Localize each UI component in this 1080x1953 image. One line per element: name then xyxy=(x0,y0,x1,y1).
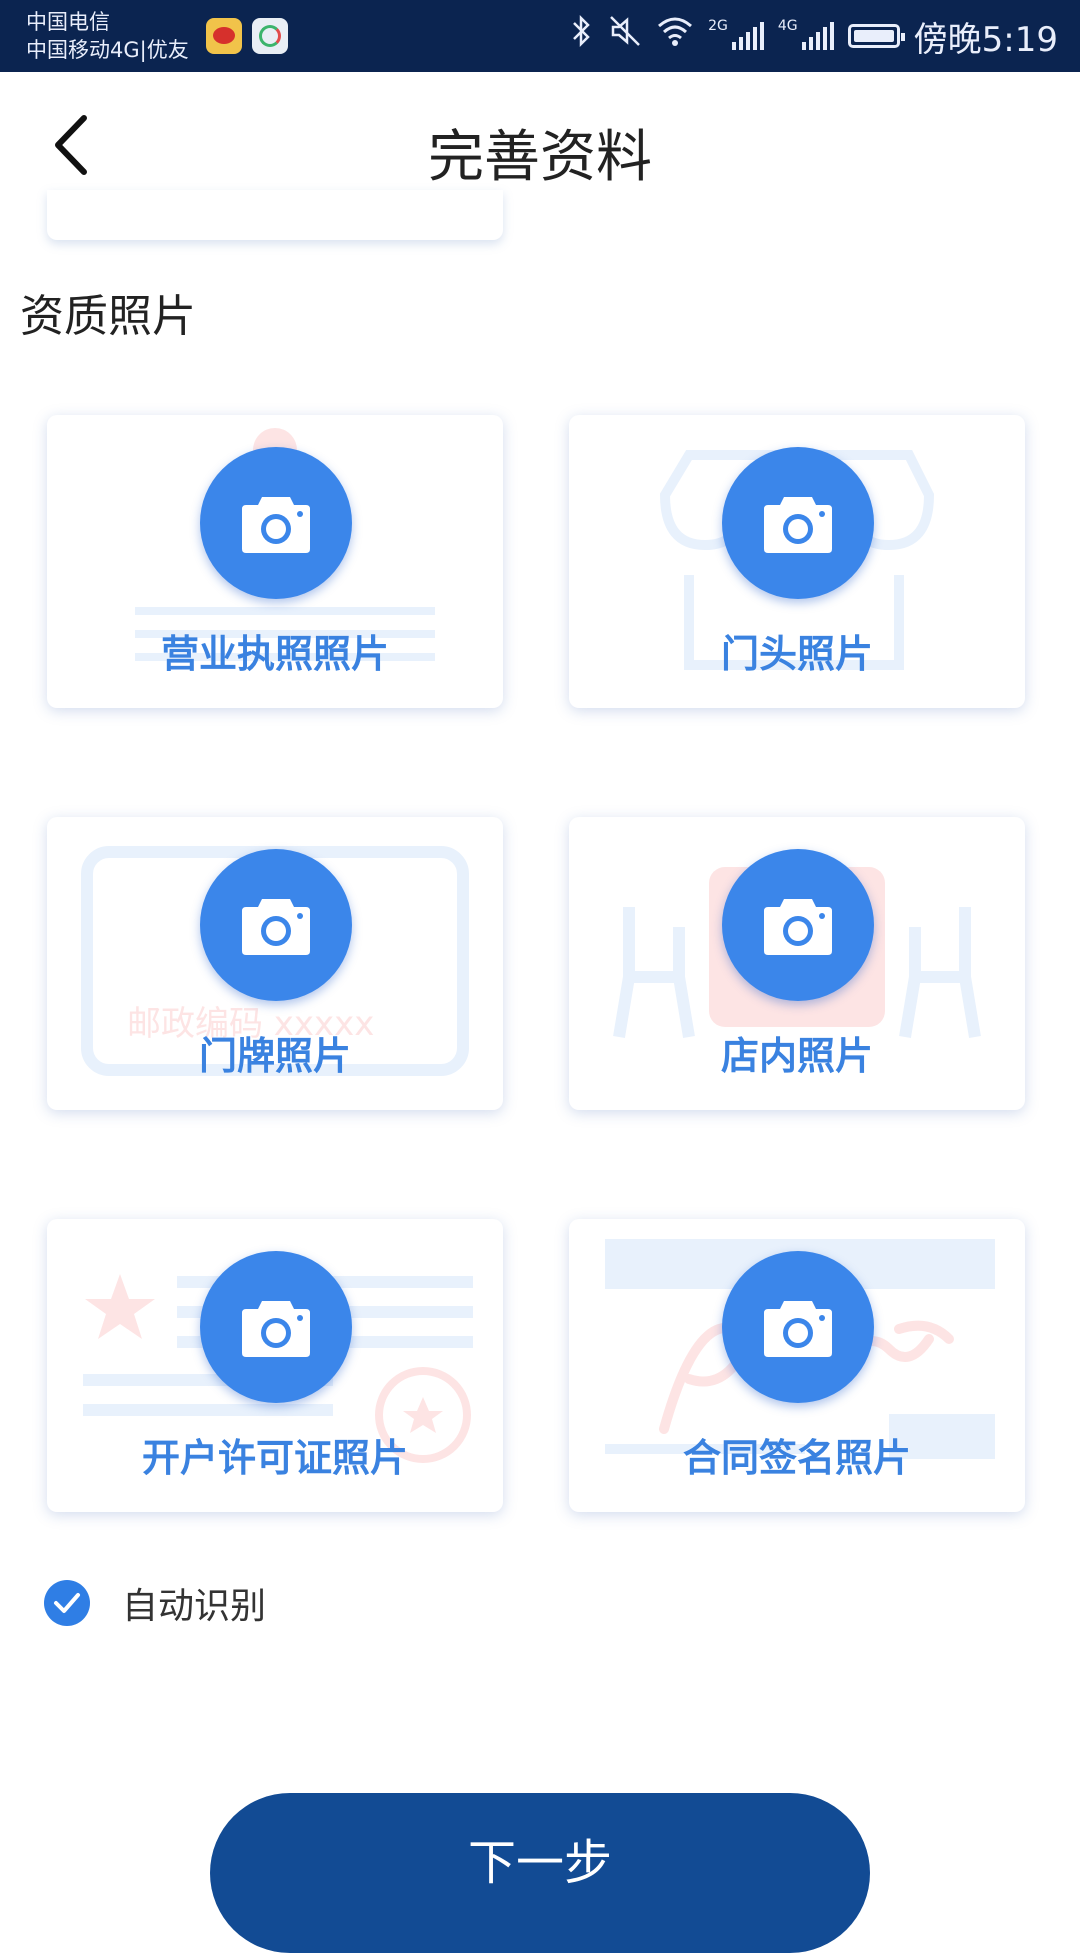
camera-button[interactable] xyxy=(722,447,874,599)
camera-button[interactable] xyxy=(200,1251,352,1403)
camera-button[interactable] xyxy=(200,447,352,599)
network-type-2: 4G xyxy=(777,18,798,34)
auto-recognize-label: 自动识别 xyxy=(122,1586,267,1627)
card-label: 门头照片 xyxy=(720,632,873,676)
storefront-upload[interactable]: 门头照片 xyxy=(569,415,1025,708)
camera-icon xyxy=(242,497,310,553)
auto-recognize-checkbox[interactable] xyxy=(44,1580,90,1626)
card-label: 合同签名照片 xyxy=(682,1436,911,1480)
signal-icon xyxy=(731,22,764,50)
camera-icon xyxy=(764,497,832,553)
checkmark-icon xyxy=(54,1593,80,1613)
bluetooth-icon xyxy=(570,13,594,60)
page-title: 完善资料 xyxy=(428,125,652,190)
section-title: 资质照片 xyxy=(20,291,196,342)
account-permit-upload[interactable]: 开户许可证照片 xyxy=(47,1219,503,1512)
business-license-upload[interactable]: 营业执照照片 xyxy=(47,415,503,708)
door-plate-upload[interactable]: 邮政编码 xxxxx 门牌照片 xyxy=(47,817,503,1110)
carrier-2: 中国移动4G|优友 xyxy=(26,38,189,62)
card-label: 营业执照照片 xyxy=(160,632,389,676)
status-time: 傍晚5:19 xyxy=(913,19,1058,60)
interior-upload[interactable]: 店内照片 xyxy=(569,817,1025,1110)
auto-recognize-row[interactable]: 自动识别 xyxy=(44,1578,266,1628)
carrier-1: 中国电信 xyxy=(26,10,110,34)
card-label: 店内照片 xyxy=(720,1034,873,1078)
battery-icon xyxy=(847,24,905,48)
next-step-button[interactable]: 下一步 xyxy=(210,1793,870,1953)
camera-button[interactable] xyxy=(200,849,352,1001)
contract-signature-upload[interactable]: 合同签名照片 xyxy=(569,1219,1025,1512)
card-label: 开户许可证照片 xyxy=(141,1436,408,1480)
camera-icon xyxy=(764,899,832,955)
network-type-1: 2G xyxy=(708,18,728,34)
card-label: 门牌照片 xyxy=(198,1034,351,1078)
previous-card-edge xyxy=(47,190,503,240)
camera-icon xyxy=(242,899,310,955)
mute-icon xyxy=(608,14,642,59)
signal-icon-2 xyxy=(801,22,834,50)
camera-icon xyxy=(764,1301,832,1357)
camera-button[interactable] xyxy=(722,849,874,1001)
camera-button[interactable] xyxy=(722,1251,874,1403)
wifi-icon xyxy=(656,15,694,58)
weibo-icon xyxy=(206,18,242,54)
camera-icon xyxy=(242,1301,310,1357)
status-bar: 中国电信 中国移动4G|优友 2G 4G 傍晚5:19 xyxy=(0,0,1080,72)
carrier-info: 中国电信 中国移动4G|优友 xyxy=(26,8,189,64)
app-icon xyxy=(252,18,288,54)
